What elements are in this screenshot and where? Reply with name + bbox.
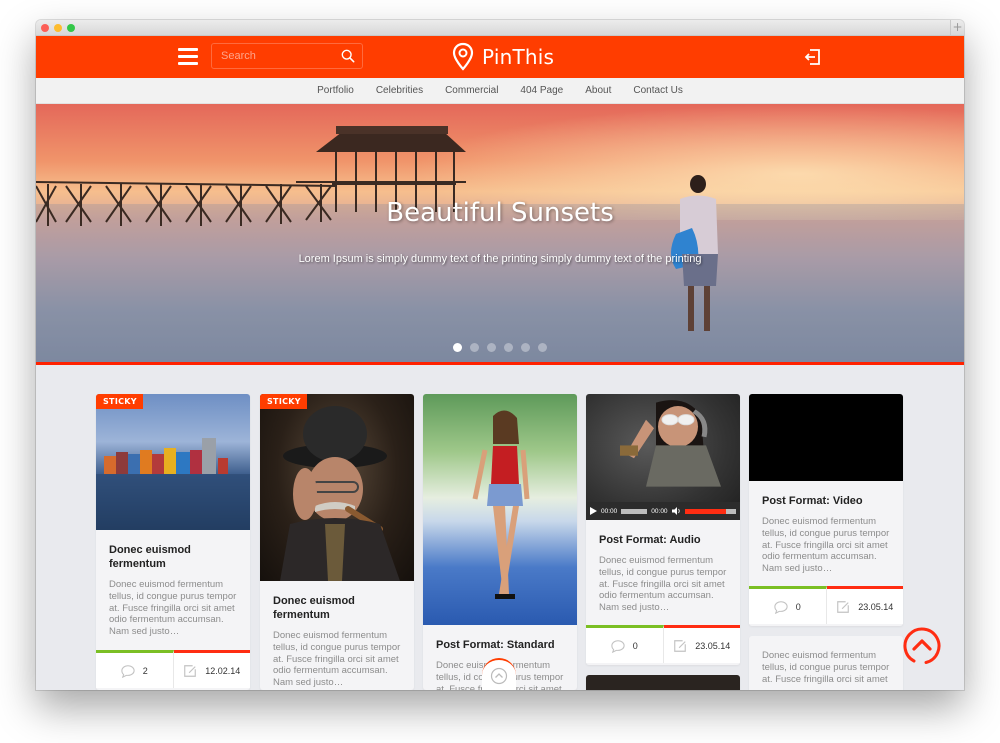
hero-slider: Beautiful Sunsets Lorem Ipsum is simply … <box>36 104 964 365</box>
hamburger-icon[interactable] <box>178 48 198 65</box>
post-excerpt: Donec euismod fermentum tellus, id congu… <box>762 516 890 575</box>
nav-contact-us[interactable]: Contact Us <box>633 78 682 104</box>
maximize-window-button[interactable] <box>67 24 75 32</box>
edit-icon <box>837 600 850 613</box>
slider-dot[interactable] <box>470 343 479 352</box>
nav-portfolio[interactable]: Portfolio <box>317 78 354 104</box>
search-input[interactable] <box>212 44 332 68</box>
slider-pagination <box>36 343 964 352</box>
slider-dot[interactable] <box>521 343 530 352</box>
man-portrait-image <box>280 406 400 581</box>
comments-count[interactable]: 0 <box>586 625 664 663</box>
post-title[interactable]: Post Format: Video <box>762 494 890 508</box>
post-card[interactable]: 00:00 00:00 Post Format: Audio Donec eui… <box>586 394 740 665</box>
post-footer: 0 23.05.14 <box>586 625 740 663</box>
close-window-button[interactable] <box>41 24 49 32</box>
date-value: 23.05.14 <box>858 601 894 612</box>
post-thumbnail[interactable]: STICKY <box>96 394 250 530</box>
slider-dot[interactable] <box>453 343 462 352</box>
post-footer: 0 23.05.14 <box>749 586 903 624</box>
post-excerpt: Donec euismod fermentum tellus, id congu… <box>109 579 237 638</box>
map-pin-icon <box>452 42 474 71</box>
post-card[interactable]: Post Format: Standard Donec euismod ferm… <box>423 394 577 690</box>
speech-bubble-icon <box>611 639 625 653</box>
post-thumbnail[interactable]: STICKY <box>260 394 414 581</box>
post-card[interactable] <box>586 675 740 690</box>
search-icon[interactable] <box>341 49 355 63</box>
volume-icon[interactable] <box>671 507 681 515</box>
post-title[interactable]: Donec euismod fermentum <box>273 594 401 622</box>
post-excerpt: Donec euismod fermentum tellus, id congu… <box>273 630 401 689</box>
top-bar: PinThis <box>36 36 964 78</box>
speech-bubble-icon <box>121 664 135 678</box>
post-title[interactable]: Post Format: Audio <box>599 533 727 547</box>
comments-count[interactable]: 2 <box>96 650 174 688</box>
post-thumbnail[interactable] <box>423 394 577 625</box>
speech-bubble-icon <box>774 600 788 614</box>
edit-icon <box>184 664 197 677</box>
post-date: 12.02.14 <box>173 650 250 688</box>
scroll-to-top-button[interactable] <box>902 626 942 666</box>
main-nav: Portfolio Celebrities Commercial 404 Pag… <box>36 78 964 104</box>
edit-icon <box>674 639 687 652</box>
post-card[interactable]: STICKY Donec euismod fermentum Donec eui… <box>96 394 250 690</box>
video-player[interactable] <box>749 394 903 481</box>
search-box <box>211 43 363 69</box>
hero-image <box>36 126 964 362</box>
date-value: 12.02.14 <box>205 665 241 676</box>
post-title[interactable]: Donec euismod fermentum <box>109 543 237 571</box>
nav-commercial[interactable]: Commercial <box>445 78 498 104</box>
audio-progress-bar[interactable] <box>621 508 648 514</box>
post-card[interactable]: STICKY Donec euismod fermentum Donec eui… <box>260 394 414 690</box>
scroll-top-tab[interactable] <box>482 658 516 690</box>
comments-value: 2 <box>142 665 148 676</box>
slider-dot[interactable] <box>487 343 496 352</box>
woman-image <box>472 410 530 599</box>
woman-headphones-image <box>620 400 721 487</box>
post-card[interactable]: Donec euismod fermentum tellus, id congu… <box>749 636 903 690</box>
post-date: 23.05.14 <box>663 625 740 663</box>
volume-level <box>684 508 726 514</box>
date-value: 23.05.14 <box>695 640 731 651</box>
houses-image <box>96 438 250 530</box>
sticky-badge: STICKY <box>96 394 143 409</box>
browser-window: + PinThis Portfolio Celebrities Commerci… <box>36 20 964 690</box>
post-card[interactable]: Post Format: Video Donec euismod ferment… <box>749 394 903 626</box>
post-excerpt: Donec euismod fermentum tellus, id congu… <box>762 650 890 685</box>
audio-player: 00:00 00:00 <box>586 502 740 520</box>
logout-icon[interactable] <box>804 48 822 66</box>
brand-name: PinThis <box>482 45 555 69</box>
comments-count[interactable]: 0 <box>749 586 827 624</box>
audio-duration: 00:00 <box>651 507 668 515</box>
post-title[interactable]: Post Format: Standard <box>436 638 564 652</box>
post-thumbnail[interactable]: 00:00 00:00 <box>586 394 740 520</box>
nav-404-page[interactable]: 404 Page <box>520 78 563 104</box>
new-tab-button[interactable]: + <box>950 20 964 36</box>
brand-logo[interactable]: PinThis <box>452 42 554 72</box>
post-date: 23.05.14 <box>826 586 903 624</box>
slider-dot[interactable] <box>504 343 513 352</box>
slider-dot[interactable] <box>538 343 547 352</box>
hero-subtitle: Lorem Ipsum is simply dummy text of the … <box>298 253 702 265</box>
audio-current-time: 00:00 <box>601 507 618 515</box>
window-chrome: + <box>36 20 964 36</box>
post-excerpt: Donec euismod fermentum tellus, id congu… <box>599 555 727 614</box>
nav-about[interactable]: About <box>585 78 611 104</box>
play-icon[interactable] <box>590 507 597 515</box>
chevron-up-circle-icon <box>490 667 508 685</box>
volume-slider[interactable] <box>684 508 736 514</box>
comments-value: 0 <box>795 601 801 612</box>
sticky-badge: STICKY <box>260 394 307 409</box>
minimize-window-button[interactable] <box>54 24 62 32</box>
hero-title: Beautiful Sunsets <box>386 198 614 228</box>
post-footer: 2 12.02.14 <box>96 650 250 688</box>
comments-value: 0 <box>632 640 638 651</box>
nav-celebrities[interactable]: Celebrities <box>376 78 423 104</box>
